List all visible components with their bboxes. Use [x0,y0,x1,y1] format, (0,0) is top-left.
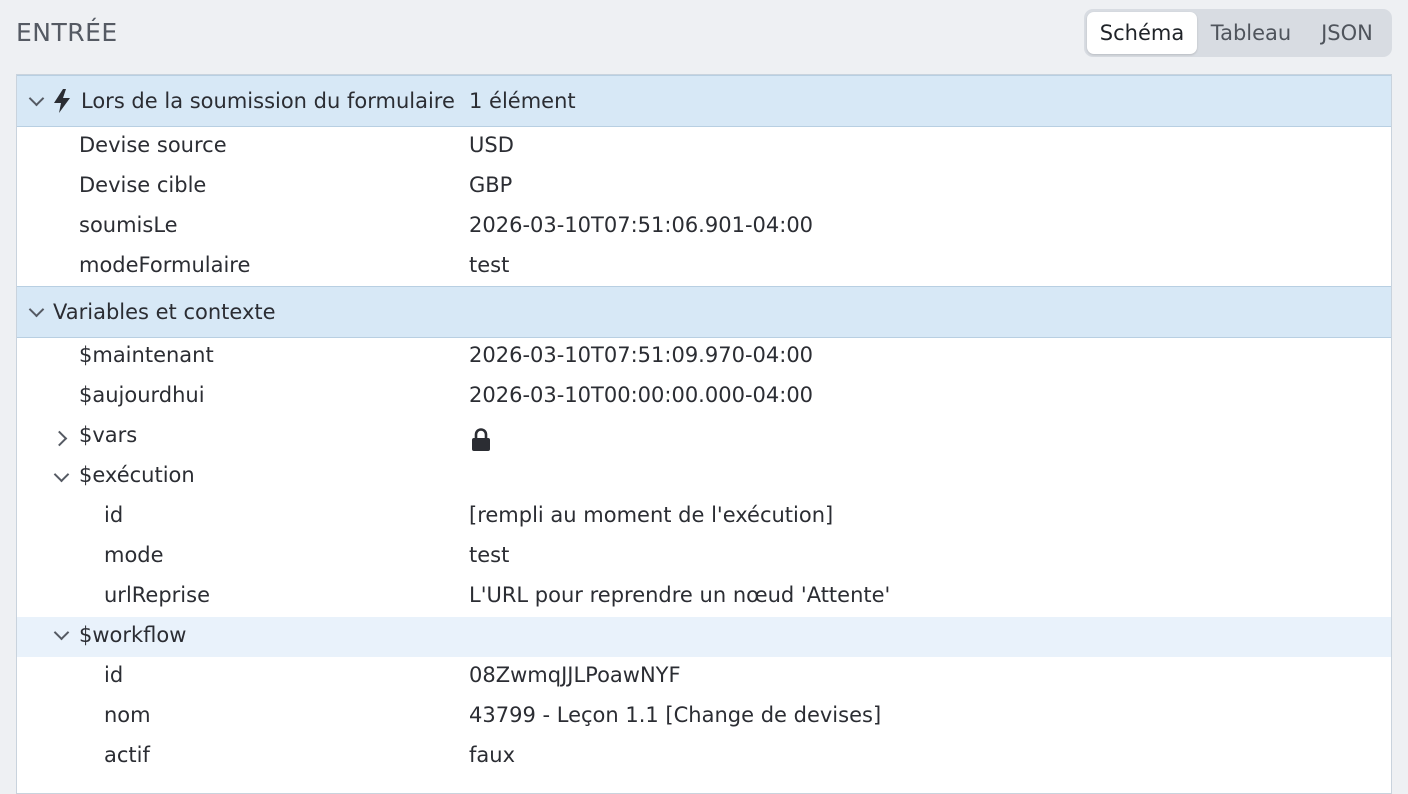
field-key: $exécution [79,463,195,487]
field-row: soumisLe 2026-03-10T07:51:06.901-04:00 [17,213,1391,245]
bolt-icon [54,89,70,113]
view-option-json[interactable]: JSON [1305,12,1389,54]
field-value: 2026-03-10T00:00:00.000-04:00 [469,383,814,407]
field-row: id 08ZwmqJJLPoawNYF [17,663,1391,695]
field-key: nom [104,703,151,727]
lock-icon [472,428,490,451]
panel-title: ENTRÉE [16,18,118,47]
field-value: [rempli au moment de l'exécution] [469,503,834,527]
field-key: $vars [79,423,138,447]
trigger-section-label: Lors de la soumission du formulaire [81,89,455,113]
field-row: id [rempli au moment de l'exécution] [17,503,1391,535]
field-key: Devise cible [79,173,207,197]
field-row: urlReprise L'URL pour reprendre un nœud … [17,583,1391,615]
chevron-down-icon[interactable] [28,301,45,318]
field-key: actif [104,743,150,767]
field-value: test [469,543,510,567]
field-value: test [469,253,510,277]
field-value: 2026-03-10T07:51:06.901-04:00 [469,213,814,237]
variables-section-header[interactable]: Variables et contexte [17,286,1391,338]
field-value: 43799 - Leçon 1.1 [Change de devises] [469,703,882,727]
field-value: faux [469,743,515,767]
field-value: 08ZwmqJJLPoawNYF [469,663,681,687]
field-value: L'URL pour reprendre un nœud 'Attente' [469,583,891,607]
view-option-schema[interactable]: Schéma [1087,12,1197,54]
field-row: modeFormulaire test [17,253,1391,285]
field-value: 2026-03-10T07:51:09.970-04:00 [469,343,814,367]
field-row: Devise cible GBP [17,173,1391,205]
field-key: id [104,503,124,527]
workflow-row[interactable]: $workflow [17,617,1391,657]
execution-row[interactable]: $exécution [17,463,1391,495]
field-row: nom 43799 - Leçon 1.1 [Change de devises… [17,703,1391,735]
field-value: GBP [469,173,513,197]
view-switch: Schéma Tableau JSON [1084,9,1392,57]
field-key: $aujourdhui [79,383,205,407]
chevron-down-icon[interactable] [53,466,70,483]
field-key: soumisLe [79,213,178,237]
vars-row[interactable]: $vars [17,423,1391,455]
field-row: Devise source USD [17,133,1391,165]
field-key: $maintenant [79,343,214,367]
data-tree: Lors de la soumission du formulaire 1 él… [16,74,1392,794]
field-key: id [104,663,124,687]
field-key: urlReprise [104,583,211,607]
field-row: mode test [17,543,1391,575]
field-value: USD [469,133,514,157]
variables-section-label: Variables et contexte [53,300,276,324]
chevron-down-icon[interactable] [53,624,70,641]
field-key: Devise source [79,133,227,157]
field-row: actif faux [17,743,1391,775]
field-key: modeFormulaire [79,253,251,277]
field-key: mode [104,543,164,567]
trigger-item-count: 1 élément [469,89,576,113]
field-row: $aujourdhui 2026-03-10T00:00:00.000-04:0… [17,383,1391,415]
field-key: $workflow [79,623,187,647]
chevron-down-icon[interactable] [28,90,45,107]
trigger-section-header[interactable]: Lors de la soumission du formulaire 1 él… [17,75,1391,127]
view-option-tableau[interactable]: Tableau [1197,12,1305,54]
field-row: $maintenant 2026-03-10T07:51:09.970-04:0… [17,343,1391,375]
chevron-right-icon[interactable] [51,430,68,447]
